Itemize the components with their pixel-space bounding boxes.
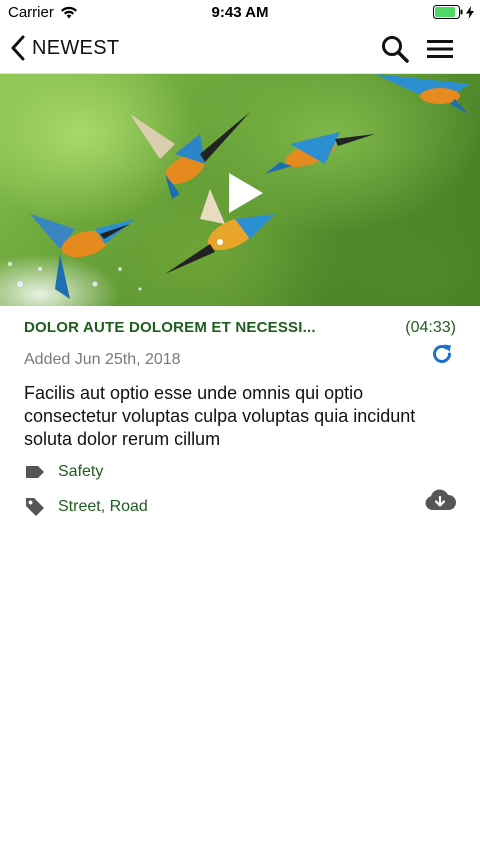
battery-indicator [433,5,474,19]
added-date: Added Jun 25th, 2018 [24,351,181,368]
back-button[interactable]: NEWEST [10,35,119,61]
video-description: Facilis aut optio esse unde omnis qui op… [24,383,416,449]
charging-bolt-icon [466,5,474,19]
menu-icon[interactable] [425,34,455,64]
search-icon[interactable] [380,34,410,64]
refresh-icon[interactable] [430,342,454,366]
category-row: Safety [24,460,456,484]
play-icon[interactable] [226,170,266,216]
tags-row: Street, Road [24,495,456,519]
video-thumbnail[interactable] [0,74,480,306]
title-row: DOLOR AUTE DOLOREM ET NECESSI... (04:33) [24,319,456,339]
status-time: 9:43 AM [211,4,269,21]
label-icon [26,466,44,478]
page-title: NEWEST [32,36,120,59]
tag-icon [26,498,44,516]
battery-icon [433,5,463,19]
chevron-left-icon [11,35,25,61]
cloud-download-icon[interactable] [424,488,456,512]
nav-bar: NEWEST [0,24,480,74]
status-bar: Carrier 9:43 AM [0,0,480,24]
tags-link[interactable]: Street, Road [58,498,148,516]
category-link[interactable]: Safety [58,463,103,481]
video-duration: (04:33) [405,319,456,336]
video-title[interactable]: DOLOR AUTE DOLOREM ET NECESSI... [24,319,364,336]
